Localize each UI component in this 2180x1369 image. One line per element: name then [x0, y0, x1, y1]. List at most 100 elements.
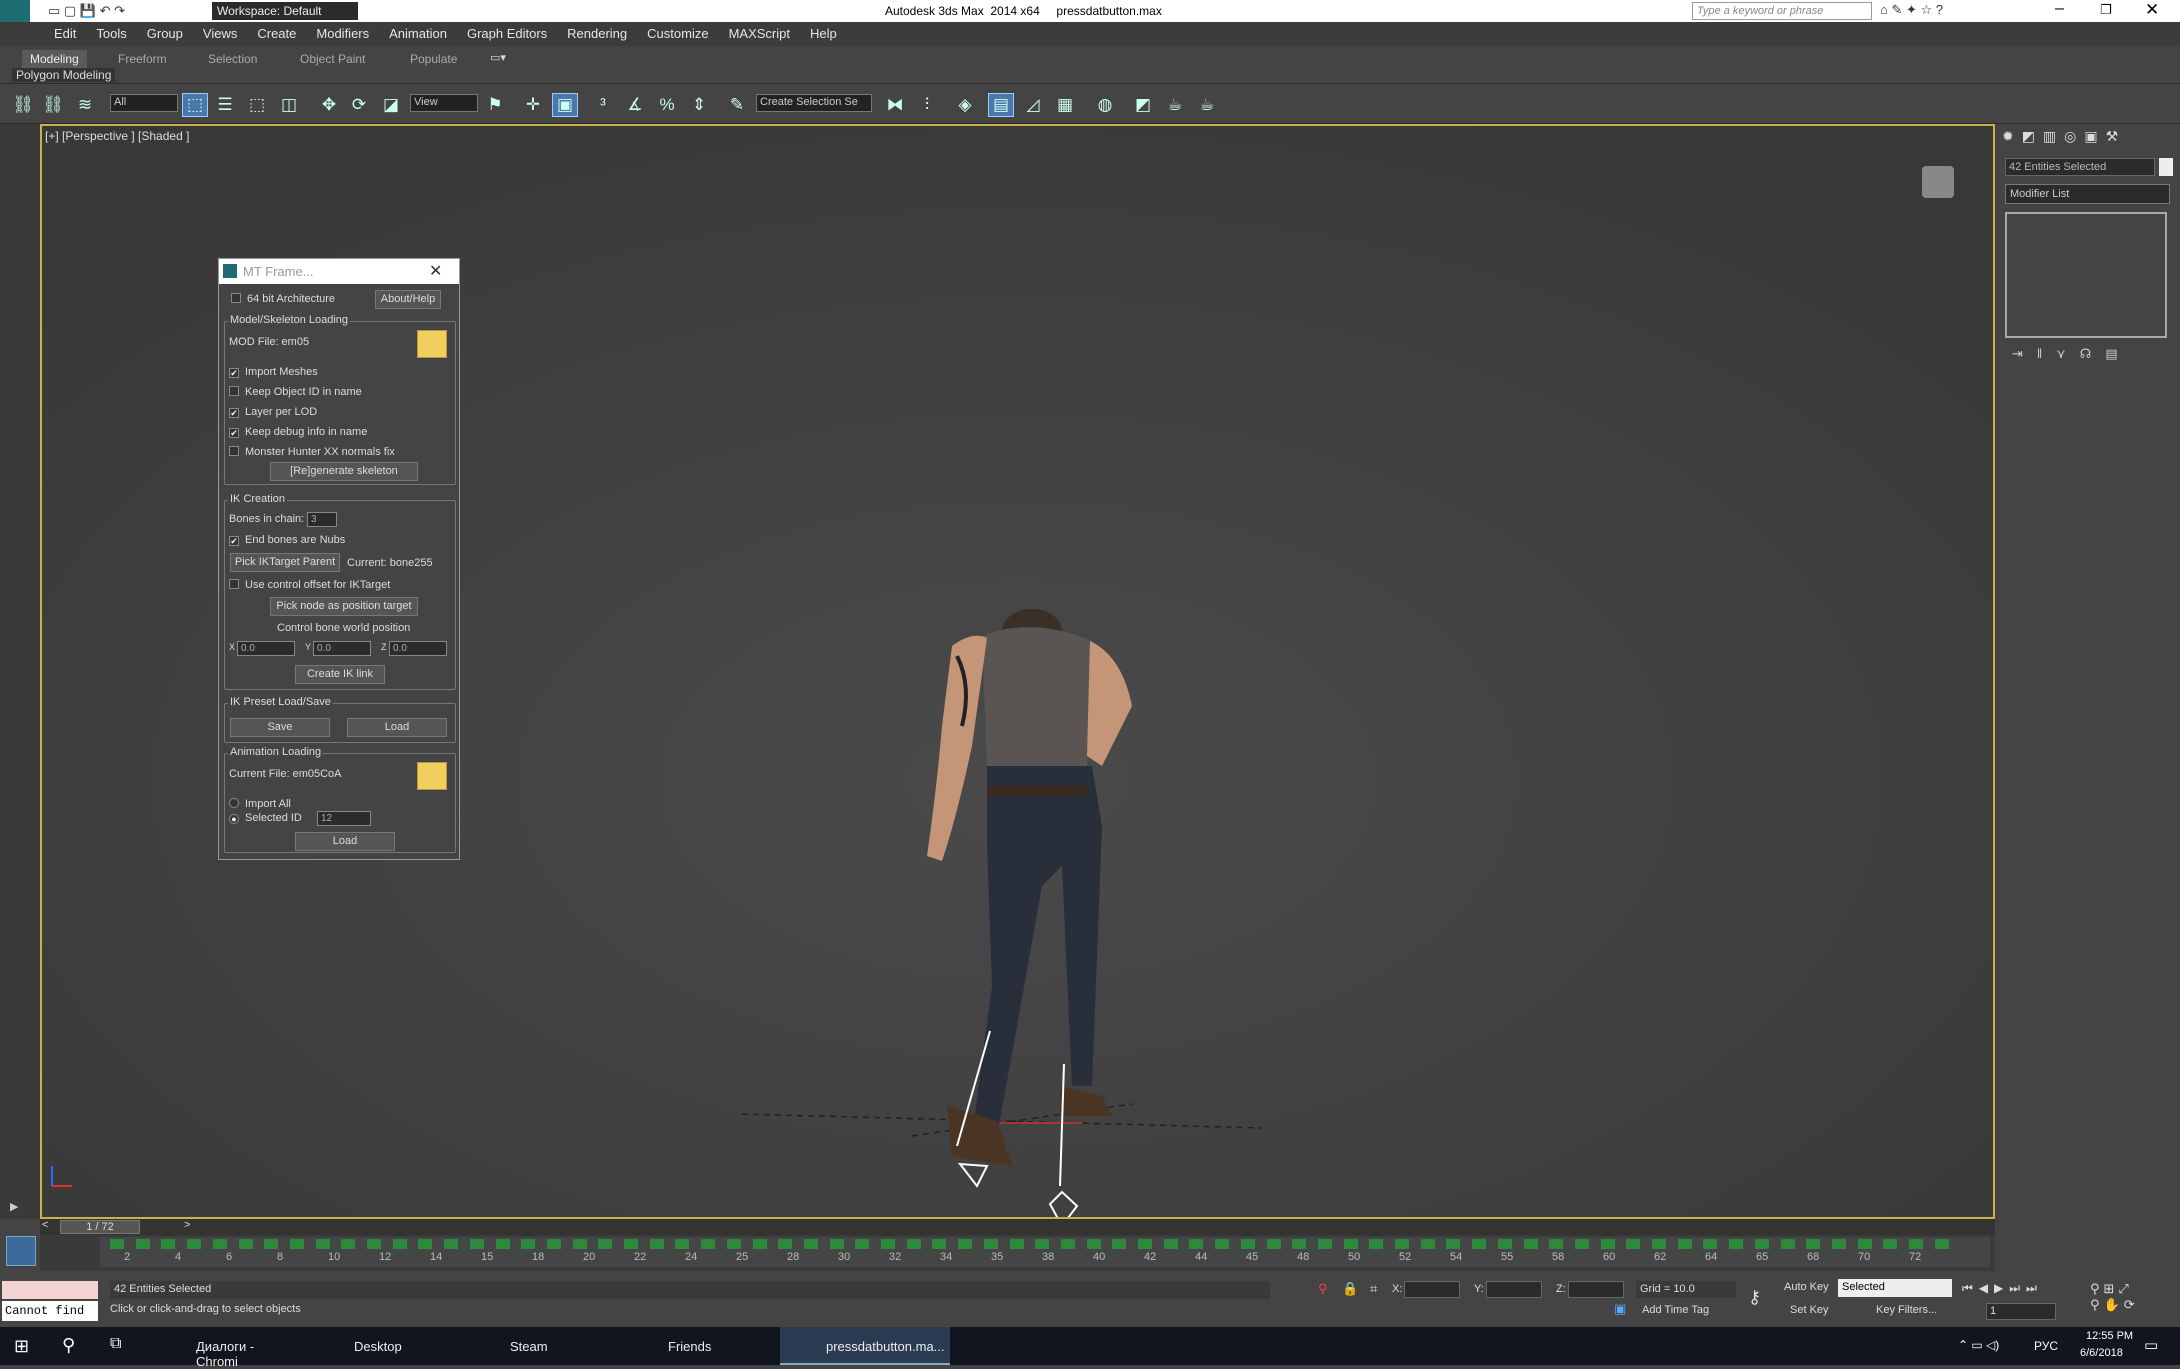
scale-icon[interactable]: ◪: [378, 93, 404, 117]
menu-customize[interactable]: Customize: [637, 22, 718, 41]
animation-key[interactable]: [289, 1239, 304, 1249]
animation-key[interactable]: [1395, 1239, 1409, 1249]
quick-access-toolbar[interactable]: ▭ ▢ 💾 ↶ ↷: [48, 3, 125, 19]
animation-key[interactable]: [1549, 1239, 1564, 1249]
animation-key[interactable]: [1215, 1239, 1230, 1249]
animation-key[interactable]: [624, 1239, 638, 1249]
move-icon[interactable]: ✥: [316, 93, 342, 117]
current-frame-field[interactable]: 1: [1986, 1303, 2056, 1320]
time-slider[interactable]: < 1 / 72 >: [40, 1219, 1995, 1235]
animation-key[interactable]: [983, 1239, 998, 1249]
animation-key[interactable]: [418, 1239, 433, 1249]
create-ik-link-button[interactable]: Create IK link: [295, 665, 385, 684]
windows-start-icon[interactable]: ⊞: [14, 1336, 29, 1357]
render-icon[interactable]: ☕: [1194, 93, 1220, 117]
anim-load-button[interactable]: Load: [295, 832, 395, 851]
open-mod-folder-icon[interactable]: [417, 330, 447, 358]
keyboard-shortcut-override-icon[interactable]: ▣: [552, 93, 578, 117]
animation-key[interactable]: [1497, 1239, 1512, 1249]
scene-explorer-icon[interactable]: ▤: [988, 93, 1014, 117]
taskbar-steam[interactable]: Steam: [464, 1327, 614, 1365]
animation-key[interactable]: [1060, 1239, 1075, 1249]
selected-id-radio[interactable]: ● Selected ID: [229, 812, 302, 824]
animation-key[interactable]: [315, 1239, 330, 1249]
animation-key[interactable]: [1626, 1239, 1641, 1249]
animation-key[interactable]: [1189, 1239, 1204, 1249]
animation-key[interactable]: [469, 1239, 484, 1249]
clock-date[interactable]: 6/6/2018: [2080, 1347, 2123, 1359]
animation-key[interactable]: [726, 1239, 741, 1249]
tab-populate[interactable]: Populate: [402, 50, 465, 68]
search-icon[interactable]: ⚲: [62, 1335, 75, 1356]
task-view-icon[interactable]: ⧉: [110, 1335, 121, 1353]
animation-key[interactable]: [1035, 1239, 1050, 1249]
animation-key[interactable]: [932, 1239, 947, 1249]
rendered-frame-icon[interactable]: ☕: [1162, 93, 1188, 117]
object-color-swatch[interactable]: [2159, 158, 2173, 176]
animation-key[interactable]: [958, 1239, 973, 1249]
animation-key[interactable]: [1574, 1239, 1589, 1249]
animation-key[interactable]: [392, 1239, 407, 1249]
object-name-field[interactable]: 42 Entities Selected: [2005, 158, 2155, 176]
mhxx-normals-checkbox[interactable]: Monster Hunter XX normals fix: [229, 446, 395, 458]
spinner-snap-icon[interactable]: ⇕: [686, 93, 712, 117]
animation-key[interactable]: [752, 1239, 767, 1249]
set-key-icon[interactable]: ⚷: [1748, 1287, 1761, 1308]
select-object-icon[interactable]: ⬚: [182, 93, 208, 117]
modifier-list-dropdown[interactable]: Modifier List: [2005, 184, 2170, 204]
animation-key[interactable]: [803, 1239, 818, 1249]
animation-key[interactable]: [1523, 1239, 1538, 1249]
animation-key[interactable]: [1831, 1239, 1846, 1249]
animation-key[interactable]: [906, 1239, 921, 1249]
schematic-view-icon[interactable]: ▦: [1052, 93, 1078, 117]
tab-object-paint[interactable]: Object Paint: [292, 50, 373, 68]
animation-key[interactable]: [1369, 1239, 1384, 1249]
animation-key[interactable]: [1086, 1239, 1101, 1249]
x-coord-field[interactable]: [1404, 1281, 1460, 1298]
clock-time[interactable]: 12:55 PM: [2086, 1330, 2133, 1342]
notifications-icon[interactable]: ▭: [2144, 1336, 2158, 1354]
animation-key[interactable]: [444, 1239, 459, 1249]
absolute-mode-icon[interactable]: ⌗: [1370, 1281, 1377, 1297]
animation-key[interactable]: [1780, 1239, 1795, 1249]
animation-key[interactable]: [701, 1239, 716, 1249]
animation-key[interactable]: [1754, 1239, 1769, 1249]
animation-key[interactable]: [1472, 1239, 1487, 1249]
taskbar-3dsmax[interactable]: pressdatbutton.ma...: [780, 1327, 950, 1365]
pivot-icon[interactable]: ⚑: [482, 93, 508, 117]
animation-key[interactable]: [1343, 1239, 1358, 1249]
bones-in-chain-spinner[interactable]: 3: [307, 512, 337, 527]
z-coord-field[interactable]: [1568, 1281, 1624, 1298]
end-bones-nubs-checkbox[interactable]: ✔ End bones are Nubs: [229, 534, 345, 546]
key-mode-dropdown[interactable]: Selected: [1838, 1279, 1952, 1297]
set-key-button[interactable]: Set Key: [1790, 1304, 1829, 1316]
language-indicator[interactable]: РУС: [2034, 1339, 2058, 1353]
taskbar-desktop[interactable]: Desktop: [308, 1327, 456, 1365]
edit-named-selection-icon[interactable]: ✎: [724, 93, 750, 117]
tray-icons[interactable]: ⌃ ▭ ◁): [1958, 1338, 1999, 1352]
angle-snap-icon[interactable]: ∡: [622, 93, 648, 117]
viewport-nav-controls[interactable]: ⚲⊞⤢ ⚲✋⟳: [2090, 1281, 2139, 1313]
menu-maxscript[interactable]: MAXScript: [719, 22, 800, 41]
viewcube-icon[interactable]: [1922, 166, 1954, 198]
animation-key[interactable]: [110, 1239, 124, 1249]
menu-rendering[interactable]: Rendering: [557, 22, 637, 41]
animation-key[interactable]: [1420, 1239, 1435, 1249]
tab-selection[interactable]: Selection: [200, 50, 265, 68]
y-position-spinner[interactable]: 0.0: [313, 641, 371, 656]
subtab-polygon-modeling[interactable]: Polygon Modeling: [12, 68, 116, 82]
animation-key[interactable]: [238, 1239, 253, 1249]
maxscript-listener-pink[interactable]: [2, 1281, 98, 1299]
animation-key[interactable]: [341, 1239, 356, 1249]
animation-key[interactable]: [1009, 1239, 1024, 1249]
animation-key[interactable]: [521, 1239, 536, 1249]
named-selection-dropdown[interactable]: Create Selection Se: [756, 94, 872, 112]
animation-key[interactable]: [778, 1239, 793, 1249]
layer-manager-icon[interactable]: ◈: [952, 93, 978, 117]
render-setup-icon[interactable]: ◩: [1130, 93, 1156, 117]
animation-key[interactable]: [675, 1239, 690, 1249]
animation-key[interactable]: [1266, 1239, 1281, 1249]
animation-key[interactable]: [1652, 1239, 1666, 1249]
animation-key[interactable]: [649, 1239, 664, 1249]
window-crossing-icon[interactable]: ◫: [276, 93, 302, 117]
